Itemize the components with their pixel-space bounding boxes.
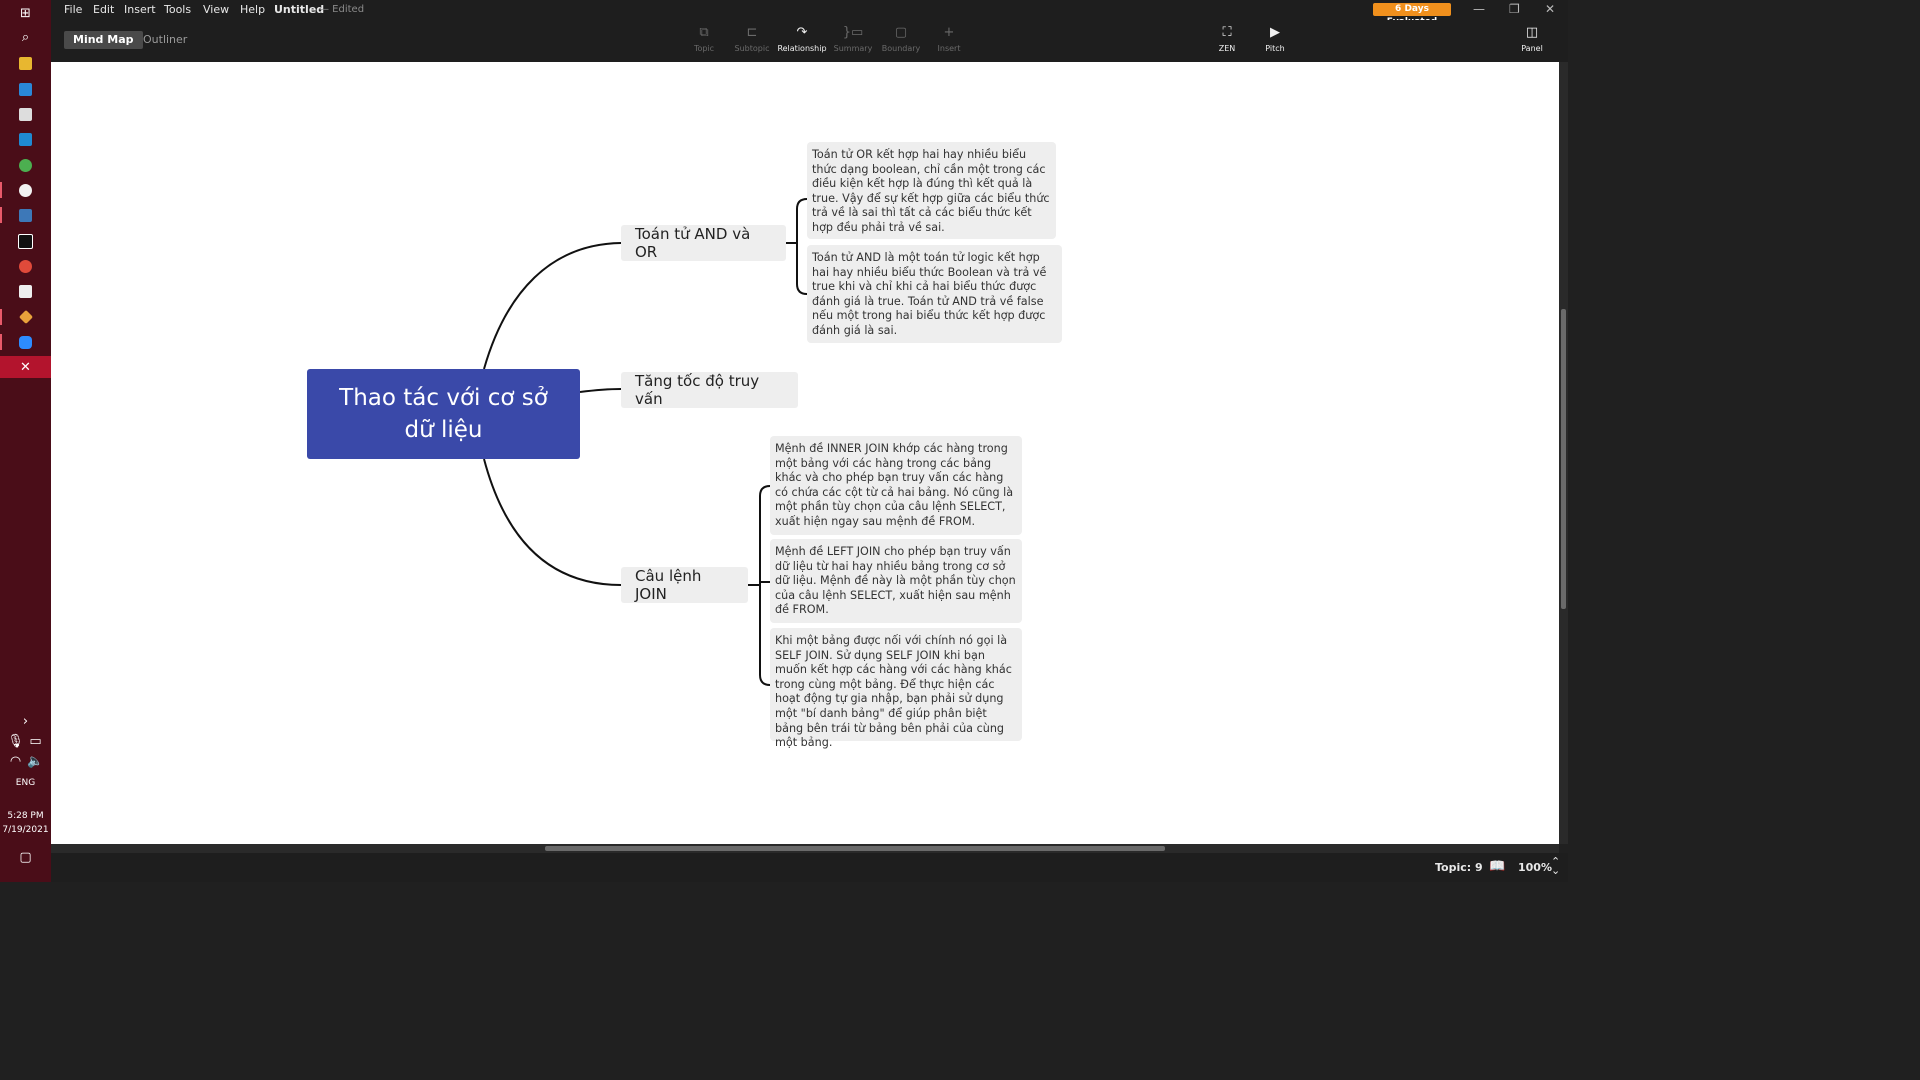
topic-and-or[interactable]: Toán tử AND và OR [621, 225, 786, 261]
note-or[interactable]: Toán tử OR kết hợp hai hay nhiều biểu th… [807, 142, 1056, 239]
connector-speed [579, 388, 622, 393]
fullscreen-icon: ⛶ [1222, 25, 1232, 40]
topic-icon: ⧉ [699, 25, 709, 40]
clock-date: 7/19/2021 [2, 825, 49, 835]
plus-icon: + [943, 25, 955, 40]
central-topic[interactable]: Thao tác với cơ sở dữ liệu [307, 369, 580, 459]
pitch-label: Pitch [1265, 44, 1285, 53]
subtopic-tool-button[interactable]: ⊏ Subtopic [726, 24, 778, 53]
language-indicator[interactable]: ENG [0, 778, 51, 788]
chrome-icon[interactable] [0, 255, 51, 277]
intellij-icon[interactable] [0, 230, 51, 252]
zoom-icon[interactable] [0, 331, 51, 353]
tab-mind-map[interactable]: Mind Map [64, 31, 143, 49]
vertical-scrollbar[interactable] [1559, 62, 1568, 844]
chevron-right-icon[interactable]: › [0, 710, 51, 732]
topic-tool-label: Topic [693, 44, 715, 53]
mind-map-canvas[interactable]: Thao tác với cơ sở dữ liệu Toán tử AND v… [51, 62, 1559, 844]
boundary-tool-button[interactable]: ▢ Boundary [875, 24, 927, 53]
summary-tool-button[interactable]: }▭ Summary [827, 24, 879, 53]
note-self-join[interactable]: Khi một bảng được nối với chính nó gọi l… [770, 628, 1022, 749]
minimize-button[interactable]: — [1473, 2, 1485, 16]
clock-time: 5:28 PM [7, 811, 44, 821]
topic-tool-button[interactable]: ⧉ Topic [678, 24, 730, 53]
zoom-level[interactable]: 100% [1518, 861, 1552, 874]
xmind-icon[interactable]: ✕ [0, 356, 51, 378]
photos-icon[interactable] [0, 280, 51, 302]
chrome-icon[interactable] [0, 179, 51, 201]
git-icon[interactable] [0, 306, 51, 328]
windows-start-icon[interactable]: ⊞ [0, 2, 51, 24]
notification-icon[interactable]: ▢ [0, 846, 51, 868]
search-icon[interactable]: ⌕ [0, 26, 51, 48]
note-left-join[interactable]: Mệnh đề LEFT JOIN cho phép bạn truy vấn … [770, 539, 1022, 623]
document-status: — Edited [319, 4, 365, 15]
play-screen-icon: ▶ [1270, 25, 1280, 40]
summary-tool-label: Summary [833, 44, 873, 53]
boundary-tool-label: Boundary [881, 44, 921, 53]
zen-label: ZEN [1218, 44, 1236, 53]
browser-icon[interactable] [0, 154, 51, 176]
relationship-tool-label: Relationship [777, 44, 827, 53]
relationship-icon: ↷ [796, 25, 808, 40]
topic-join[interactable]: Câu lệnh JOIN [621, 567, 748, 603]
menu-edit[interactable]: Edit [93, 3, 114, 16]
subtopic-tool-label: Subtopic [734, 44, 770, 53]
insert-tool-label: Insert [937, 44, 961, 53]
restore-button[interactable]: ❐ [1509, 2, 1520, 16]
boundary-icon: ▢ [894, 25, 908, 40]
menu-help[interactable]: Help [240, 3, 265, 16]
panel-toggle-button[interactable]: ◫ Panel [1512, 24, 1552, 53]
horizontal-scroll-thumb[interactable] [545, 846, 1165, 851]
subtopic-icon: ⊏ [746, 25, 758, 40]
app-icon[interactable] [0, 103, 51, 125]
bracket-join [759, 485, 771, 686]
connector-and-or [483, 242, 622, 370]
menu-tools[interactable]: Tools [164, 3, 191, 16]
vscode-icon[interactable] [0, 128, 51, 150]
close-button[interactable]: ✕ [1545, 2, 1555, 16]
book-icon[interactable]: 📖 [1489, 859, 1505, 874]
toolbar: Mind Map Outliner ⧉ Topic ⊏ Subtopic ↷ R… [51, 20, 1568, 62]
topic-count: Topic: 9 [1435, 861, 1483, 874]
document-title: Untitled [274, 3, 325, 16]
file-explorer-icon[interactable] [0, 52, 51, 74]
clock[interactable]: 5:28 PM 7/19/2021 [0, 809, 51, 837]
panel-icon: ◫ [1525, 25, 1539, 40]
windows-taskbar: ⊞ ⌕ ✕ › 🎙 ▭ ◠ 🔈 ENG 5:28 PM 7/19/2021 ▢ [0, 0, 51, 882]
horizontal-scrollbar[interactable] [51, 844, 1559, 853]
insert-tool-button[interactable]: + Insert [923, 24, 975, 53]
pitch-mode-button[interactable]: ▶ Pitch [1249, 24, 1301, 53]
vertical-scroll-thumb[interactable] [1561, 309, 1566, 609]
menu-file[interactable]: File [64, 3, 82, 16]
sql-app-icon[interactable] [0, 204, 51, 226]
status-bar: Topic: 9 📖 100% ⌃ ⌄ [51, 853, 1568, 882]
mail-icon[interactable] [0, 78, 51, 100]
tab-outliner[interactable]: Outliner [134, 31, 196, 49]
zoom-stepper-icon[interactable]: ⌃ ⌄ [1551, 856, 1560, 876]
note-and[interactable]: Toán tử AND là một toán tử logic kết hợp… [807, 245, 1062, 343]
topic-query-speed[interactable]: Tăng tốc độ truy vấn [621, 372, 798, 408]
menu-bar: File Edit Insert Tools View Help Untitle… [51, 0, 1568, 27]
connector-join [483, 458, 622, 586]
evaluation-badge[interactable]: 6 Days Evaluated [1373, 3, 1451, 27]
bracket-and-or [796, 198, 808, 295]
menu-view[interactable]: View [203, 3, 229, 16]
relationship-tool-button[interactable]: ↷ Relationship [776, 24, 828, 53]
panel-label: Panel [1521, 44, 1543, 53]
menu-insert[interactable]: Insert [124, 3, 156, 16]
note-inner-join[interactable]: Mệnh đề INNER JOIN khớp các hàng trong m… [770, 436, 1022, 535]
zen-mode-button[interactable]: ⛶ ZEN [1201, 24, 1253, 53]
summary-icon: }▭ [842, 25, 864, 40]
